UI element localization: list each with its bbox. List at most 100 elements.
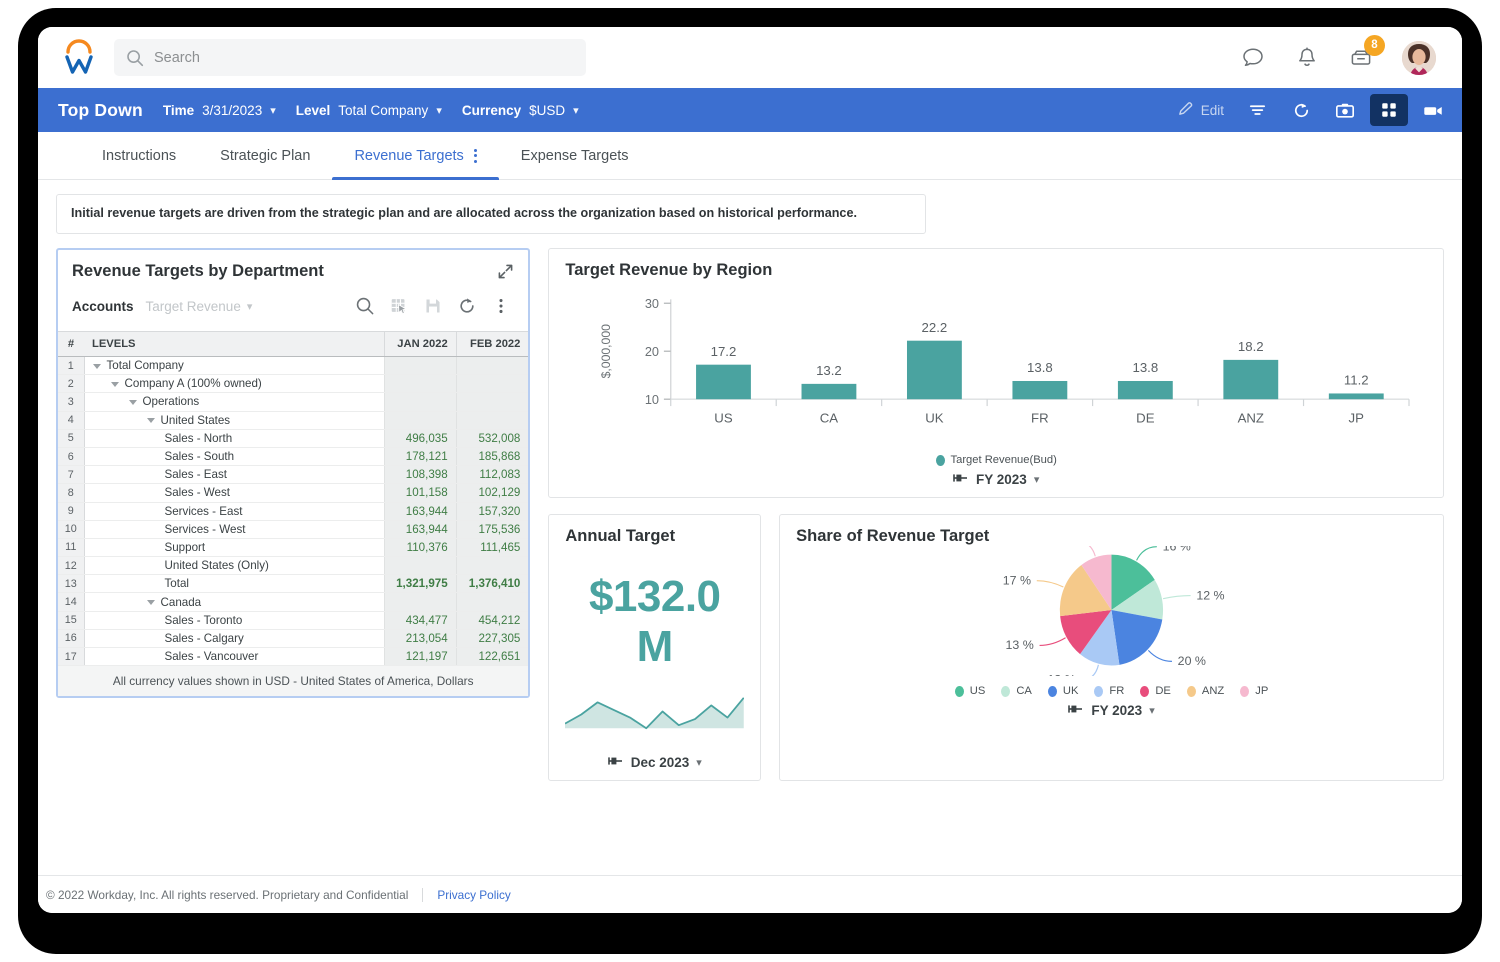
row-level[interactable]: Services - West (84, 520, 384, 539)
refresh-icon[interactable] (1282, 94, 1320, 126)
row-level[interactable]: Operations (84, 392, 384, 412)
cell-jan[interactable] (383, 592, 457, 612)
chat-icon[interactable] (1240, 45, 1266, 71)
table-row[interactable]: 12 United States (Only) (58, 556, 529, 576)
cell-feb[interactable] (455, 411, 529, 430)
twisty-collapse-icon[interactable] (110, 381, 119, 387)
cell-feb[interactable] (455, 374, 529, 394)
cell-jan[interactable]: 110,376 (383, 538, 457, 558)
workday-logo[interactable] (60, 38, 98, 78)
column-header-index[interactable]: # (58, 331, 84, 357)
save-icon[interactable] (416, 291, 450, 321)
search-icon[interactable] (348, 291, 382, 321)
cell-feb[interactable]: 111,465 (455, 538, 529, 558)
currency-filter[interactable]: Currency $USD ▾ (462, 103, 579, 118)
row-level[interactable]: Services - East (84, 502, 384, 521)
tab-expense-targets[interactable]: Expense Targets (499, 132, 651, 179)
bar-chart-period-selector[interactable]: FY 2023 ▾ (565, 466, 1427, 487)
table-row[interactable]: 7 Sales - East 108,398 112,083 (58, 465, 529, 485)
privacy-policy-link[interactable]: Privacy Policy (437, 888, 510, 902)
row-level[interactable]: Canada (84, 592, 384, 612)
row-level[interactable]: Sales - West (84, 483, 384, 503)
cell-feb[interactable]: 185,868 (455, 447, 529, 467)
level-filter[interactable]: Level Total Company ▾ (296, 103, 442, 118)
chevron-down-icon[interactable]: ▾ (247, 300, 253, 313)
row-level[interactable]: Sales - North (84, 429, 384, 448)
table-row[interactable]: 3 Operations (58, 392, 529, 412)
column-header-jan-2022[interactable]: JAN 2022 (383, 331, 457, 357)
row-level[interactable]: Sales - Calgary (84, 629, 384, 649)
search-input[interactable]: Search (114, 39, 586, 76)
column-header-feb-2022[interactable]: FEB 2022 (455, 331, 529, 357)
cell-jan[interactable]: 178,121 (383, 447, 457, 467)
cell-jan[interactable] (383, 411, 457, 430)
cell-feb[interactable] (455, 356, 529, 376)
table-row[interactable]: 6 Sales - South 178,121 185,868 (58, 447, 529, 467)
edit-button[interactable]: Edit (1169, 94, 1232, 126)
accounts-value[interactable]: Target Revenue (146, 299, 241, 314)
bar-chart[interactable]: 10 20 30 $,000,000 17.2 US 13.2 CA 22.2 UK 13.8 FR 1… (565, 280, 1427, 445)
tab-more-options-icon[interactable] (473, 148, 477, 163)
row-level[interactable]: Company A (100% owned) (84, 374, 384, 394)
pie-chart[interactable]: 16 % 12 % 20 % 13 % 13 % 17 % 10 % (796, 534, 1427, 687)
table-row[interactable]: 4 United States (58, 411, 529, 430)
cell-feb[interactable]: 227,305 (455, 629, 529, 649)
table-row[interactable]: 9 Services - East 163,944 157,320 (58, 502, 529, 521)
cell-jan[interactable]: 163,944 (383, 520, 457, 539)
table-row[interactable]: 16 Sales - Calgary 213,054 227,305 (58, 629, 529, 649)
cell-jan[interactable]: 1,321,975 (383, 574, 457, 594)
cell-jan[interactable] (383, 392, 457, 412)
twisty-collapse-icon[interactable] (128, 399, 137, 405)
select-cells-icon[interactable] (382, 291, 416, 321)
time-filter[interactable]: Time 3/31/2023 ▾ (163, 103, 276, 118)
cell-jan[interactable]: 101,158 (383, 483, 457, 503)
cell-feb[interactable]: 175,536 (455, 520, 529, 539)
column-header-levels[interactable]: LEVELS (84, 331, 384, 357)
row-level[interactable]: Sales - Toronto (84, 611, 384, 630)
pie-chart-period-selector[interactable]: FY 2023 ▾ (796, 697, 1427, 718)
cell-jan[interactable]: 213,054 (383, 629, 457, 649)
table-row[interactable]: 15 Sales - Toronto 434,477 454,212 (58, 611, 529, 630)
tab-instructions[interactable]: Instructions (80, 132, 198, 179)
inbox-icon[interactable]: 8 (1348, 34, 1385, 71)
more-options-icon[interactable] (484, 291, 518, 321)
table-row[interactable]: 8 Sales - West 101,158 102,129 (58, 483, 529, 503)
cell-feb[interactable]: 112,083 (455, 465, 529, 485)
twisty-collapse-icon[interactable] (92, 363, 101, 369)
cell-jan[interactable]: 121,197 (383, 647, 457, 667)
refresh-icon[interactable] (450, 291, 484, 321)
cell-feb[interactable]: 454,212 (455, 611, 529, 630)
table-row[interactable]: 13 Total 1,321,975 1,376,410 (58, 574, 529, 594)
grid-view-icon[interactable] (1370, 94, 1408, 126)
cell-feb[interactable]: 532,008 (455, 429, 529, 448)
cell-feb[interactable] (455, 556, 529, 576)
cell-feb[interactable]: 122,651 (455, 647, 529, 667)
avatar[interactable] (1402, 40, 1436, 75)
tab-revenue-targets[interactable]: Revenue Targets (332, 132, 500, 180)
cell-jan[interactable]: 163,944 (383, 502, 457, 521)
table-row[interactable]: 5 Sales - North 496,035 532,008 (58, 429, 529, 448)
cell-jan[interactable]: 434,477 (383, 611, 457, 630)
video-icon[interactable] (1414, 94, 1452, 126)
annual-target-period-selector[interactable]: Dec 2023 ▾ (565, 741, 744, 770)
camera-icon[interactable] (1326, 94, 1364, 126)
row-level[interactable]: United States (Only) (84, 556, 384, 576)
table-row[interactable]: 2 Company A (100% owned) (58, 374, 529, 394)
cell-feb[interactable]: 1,376,410 (455, 574, 529, 594)
tab-strategic-plan[interactable]: Strategic Plan (198, 132, 332, 179)
cell-feb[interactable] (455, 392, 529, 412)
table-row[interactable]: 1 Total Company (58, 356, 529, 376)
cell-feb[interactable]: 102,129 (455, 483, 529, 503)
row-level[interactable]: Total Company (84, 356, 384, 376)
cell-jan[interactable]: 496,035 (383, 429, 457, 448)
cell-feb[interactable]: 157,320 (455, 502, 529, 521)
row-level[interactable]: Total (84, 574, 384, 594)
cell-jan[interactable]: 108,398 (383, 465, 457, 485)
cell-feb[interactable] (455, 592, 529, 612)
bell-icon[interactable] (1294, 45, 1320, 71)
row-level[interactable]: United States (84, 411, 384, 430)
row-level[interactable]: Sales - Vancouver (84, 647, 384, 667)
table-row[interactable]: 10 Services - West 163,944 175,536 (58, 520, 529, 539)
cell-jan[interactable] (383, 374, 457, 394)
row-level[interactable]: Support (84, 538, 384, 558)
